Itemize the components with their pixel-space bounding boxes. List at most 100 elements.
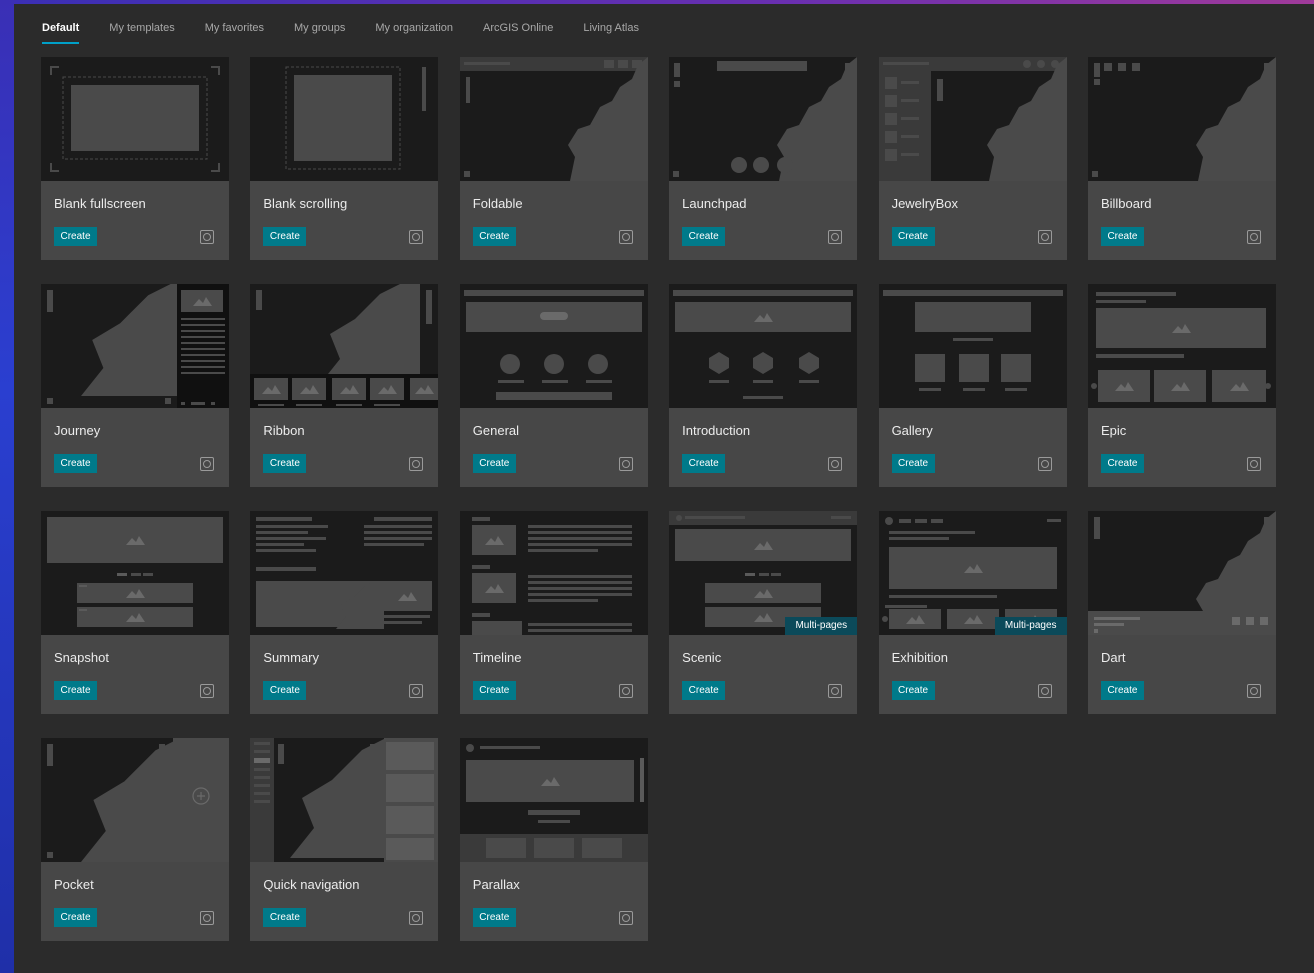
preview-icon[interactable]: [409, 684, 424, 698]
template-card-exhibition[interactable]: Multi-pages Exhibition Create: [878, 511, 1067, 714]
template-thumbnail[interactable]: [878, 57, 1067, 181]
template-card-snapshot[interactable]: Snapshot Create: [41, 511, 229, 714]
template-card-launchpad[interactable]: Launchpad Create: [669, 57, 858, 260]
template-title: Journey: [54, 423, 101, 438]
preview-icon[interactable]: [828, 457, 843, 471]
tab-my-favorites[interactable]: My favorites: [205, 16, 264, 44]
template-thumbnail[interactable]: [459, 738, 648, 862]
tab-my-templates[interactable]: My templates: [109, 16, 174, 44]
preview-icon[interactable]: [409, 230, 424, 244]
template-card-general[interactable]: General Create: [459, 284, 648, 487]
create-button[interactable]: Create: [472, 908, 516, 927]
preview-icon[interactable]: [618, 911, 633, 925]
template-thumbnail[interactable]: Multi-pages: [669, 511, 858, 635]
template-title: Blank scrolling: [263, 196, 348, 211]
preview-icon[interactable]: [1246, 457, 1261, 471]
tab-my-organization[interactable]: My organization: [375, 16, 453, 44]
template-card-parallax[interactable]: Parallax Create: [459, 738, 648, 941]
create-button[interactable]: Create: [1100, 454, 1144, 473]
create-button[interactable]: Create: [472, 681, 516, 700]
template-card-introduction[interactable]: Introduction Create: [669, 284, 858, 487]
template-card-blank-fullscreen[interactable]: Blank fullscreen Create: [41, 57, 229, 260]
template-card-dart[interactable]: Dart Create: [1087, 511, 1276, 714]
template-thumbnail[interactable]: [250, 284, 439, 408]
create-button[interactable]: Create: [263, 908, 307, 927]
template-card-pocket[interactable]: Pocket Create: [41, 738, 229, 941]
create-button[interactable]: Create: [891, 454, 935, 473]
tab-default[interactable]: Default: [42, 16, 80, 44]
template-thumbnail[interactable]: [1087, 57, 1276, 181]
template-thumbnail[interactable]: [459, 57, 648, 181]
create-button[interactable]: Create: [54, 908, 97, 927]
preview-icon[interactable]: [1037, 230, 1052, 244]
preview-icon[interactable]: [828, 684, 843, 698]
tab-my-groups[interactable]: My groups: [294, 16, 345, 44]
template-thumbnail[interactable]: [250, 738, 439, 862]
preview-icon[interactable]: [200, 457, 214, 471]
create-button[interactable]: Create: [472, 227, 516, 246]
template-thumbnail[interactable]: [41, 57, 229, 181]
preview-icon[interactable]: [409, 457, 424, 471]
template-card-epic[interactable]: Epic Create: [1087, 284, 1276, 487]
create-button[interactable]: Create: [263, 454, 307, 473]
create-button[interactable]: Create: [891, 681, 935, 700]
template-card-timeline[interactable]: Timeline Create: [459, 511, 648, 714]
template-thumbnail[interactable]: [250, 511, 439, 635]
template-card-blank-scrolling[interactable]: Blank scrolling Create: [250, 57, 439, 260]
template-title: Introduction: [682, 423, 751, 438]
template-card-journey[interactable]: Journey Create: [41, 284, 229, 487]
preview-icon[interactable]: [1246, 230, 1261, 244]
template-thumbnail[interactable]: [250, 57, 439, 181]
template-title: Pocket: [54, 877, 94, 892]
preview-icon[interactable]: [409, 911, 424, 925]
preview-icon[interactable]: [200, 911, 214, 925]
create-button[interactable]: Create: [263, 681, 307, 700]
template-title: Timeline: [472, 650, 522, 665]
preview-icon[interactable]: [828, 230, 843, 244]
template-thumbnail[interactable]: [459, 284, 648, 408]
template-thumbnail[interactable]: Multi-pages: [878, 511, 1067, 635]
preview-icon[interactable]: [1037, 457, 1052, 471]
preview-icon[interactable]: [1037, 684, 1052, 698]
preview-icon[interactable]: [618, 684, 633, 698]
create-button[interactable]: Create: [682, 454, 726, 473]
template-thumbnail[interactable]: [878, 284, 1067, 408]
template-thumbnail[interactable]: [41, 284, 229, 408]
preview-icon[interactable]: [200, 230, 214, 244]
create-button[interactable]: Create: [263, 227, 307, 246]
preview-icon[interactable]: [618, 457, 633, 471]
template-title: Billboard: [1100, 196, 1152, 211]
template-card-summary[interactable]: Summary Create: [250, 511, 439, 714]
tab-living-atlas[interactable]: Living Atlas: [583, 16, 639, 44]
template-thumbnail[interactable]: [1087, 284, 1276, 408]
create-button[interactable]: Create: [891, 227, 935, 246]
create-button[interactable]: Create: [682, 681, 726, 700]
create-button[interactable]: Create: [682, 227, 726, 246]
thumbnail-graphic: [471, 517, 632, 635]
template-card-billboard[interactable]: Billboard Create: [1087, 57, 1276, 260]
create-button[interactable]: Create: [54, 681, 97, 700]
preview-icon[interactable]: [200, 684, 214, 698]
template-thumbnail[interactable]: [669, 57, 858, 181]
template-thumbnail[interactable]: [41, 738, 229, 862]
create-button[interactable]: Create: [1100, 681, 1144, 700]
create-button[interactable]: Create: [54, 227, 97, 246]
template-thumbnail[interactable]: [41, 511, 229, 635]
template-title: Blank fullscreen: [54, 196, 146, 211]
create-button[interactable]: Create: [1100, 227, 1144, 246]
preview-icon[interactable]: [1246, 684, 1261, 698]
template-card-gallery[interactable]: Gallery Create: [878, 284, 1067, 487]
template-card-foldable[interactable]: Foldable Create: [459, 57, 648, 260]
template-card-ribbon[interactable]: Ribbon Create: [250, 284, 439, 487]
template-thumbnail[interactable]: [459, 511, 648, 635]
preview-icon[interactable]: [618, 230, 633, 244]
template-thumbnail[interactable]: [669, 284, 858, 408]
template-card-jewelrybox[interactable]: JewelryBox Create: [878, 57, 1067, 260]
create-button[interactable]: Create: [472, 454, 516, 473]
template-thumbnail[interactable]: [1087, 511, 1276, 635]
template-card-quick-navigation[interactable]: Quick navigation Create: [250, 738, 439, 941]
tab-arcgis-online[interactable]: ArcGIS Online: [483, 16, 553, 44]
create-button[interactable]: Create: [54, 454, 97, 473]
thumbnail-graphic: [47, 517, 223, 627]
template-card-scenic[interactable]: Multi-pages Scenic Create: [669, 511, 858, 714]
